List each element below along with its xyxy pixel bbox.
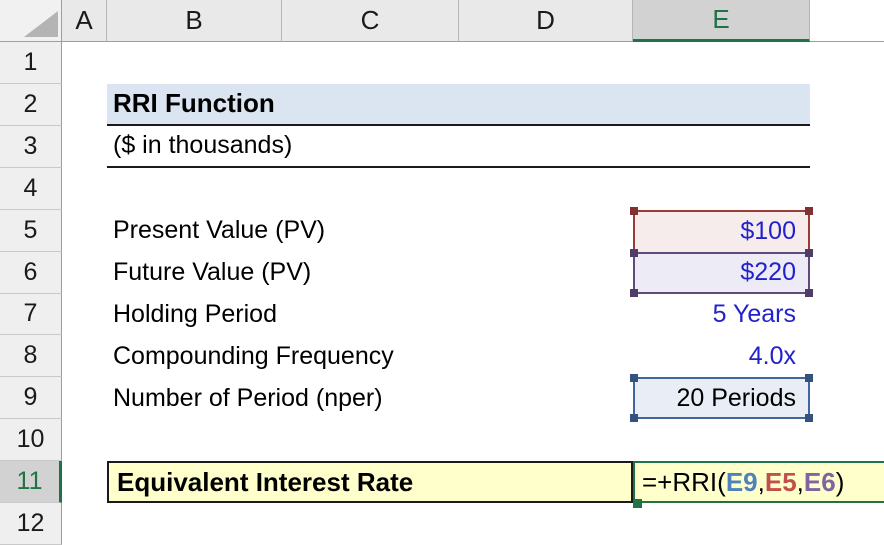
cell-label-compounding-frequency[interactable]: Compounding Frequency [107,335,633,377]
column-header-d[interactable]: D [459,0,633,42]
column-header-e-active[interactable]: E [633,0,810,42]
cell-label-holding-period[interactable]: Holding Period [107,294,633,336]
cell-label-present-value[interactable]: Present Value (PV) [107,210,633,252]
range-handle[interactable] [630,374,638,382]
formula-separator: , [758,467,765,498]
formula-close-paren: ) [836,467,845,498]
formula-text: =+RRI( [642,467,726,498]
range-handle[interactable] [630,414,638,422]
row-header-9[interactable]: 9 [0,377,62,419]
fv-value: $220 [740,258,796,287]
cell-value-compounding-frequency[interactable]: 4.0x [633,335,810,377]
range-handle[interactable] [805,249,813,257]
nper-value: 20 Periods [676,384,796,413]
column-header-c[interactable]: C [282,0,459,42]
spreadsheet: A B C D E 1 2 3 4 5 6 7 8 9 10 11 12 RRI… [0,0,884,545]
cell-title[interactable]: RRI Function [107,84,810,126]
range-handle[interactable] [630,289,638,297]
row-header-12[interactable]: 12 [0,503,62,545]
pv-value: $100 [740,217,796,246]
row-header-2[interactable]: 2 [0,84,62,126]
row-header-8[interactable]: 8 [0,335,62,377]
cell-label-future-value[interactable]: Future Value (PV) [107,252,633,294]
cell-formula-e11[interactable]: =+RRI( E9 , E5 , E6 ) [633,461,884,503]
formula-ref-e9: E9 [726,467,758,498]
cell-result-label[interactable]: Equivalent Interest Rate [107,461,633,503]
row-header-11-active[interactable]: 11 [0,461,62,503]
range-handle[interactable] [805,207,813,215]
row-header-5[interactable]: 5 [0,210,62,252]
select-all-button[interactable] [0,0,62,42]
row-header-3[interactable]: 3 [0,126,62,168]
fill-handle[interactable] [633,499,642,508]
row-header-1[interactable]: 1 [0,42,62,84]
column-header-b[interactable]: B [107,0,282,42]
range-handle[interactable] [630,207,638,215]
formula-separator: , [797,467,804,498]
cell-value-pv-e5[interactable]: $100 [633,210,810,252]
range-handle[interactable] [805,374,813,382]
select-all-triangle-icon [24,11,58,37]
column-header-a[interactable]: A [62,0,107,42]
range-handle[interactable] [805,289,813,297]
formula-ref-e6: E6 [804,467,836,498]
row-header-6[interactable]: 6 [0,252,62,294]
row-header-10[interactable]: 10 [0,419,62,461]
cell-value-holding-period[interactable]: 5 Years [633,294,810,336]
column-header-filler [810,0,884,42]
row-header-7[interactable]: 7 [0,294,62,336]
formula-ref-e5: E5 [765,467,797,498]
cell-value-nper-e9[interactable]: 20 Periods [633,377,810,419]
range-handle[interactable] [805,414,813,422]
cell-subtitle[interactable]: ($ in thousands) [107,126,810,168]
row-header-4[interactable]: 4 [0,168,62,210]
range-handle[interactable] [630,249,638,257]
cell-value-fv-e6[interactable]: $220 [633,252,810,294]
cell-label-number-of-periods[interactable]: Number of Period (nper) [107,377,633,419]
